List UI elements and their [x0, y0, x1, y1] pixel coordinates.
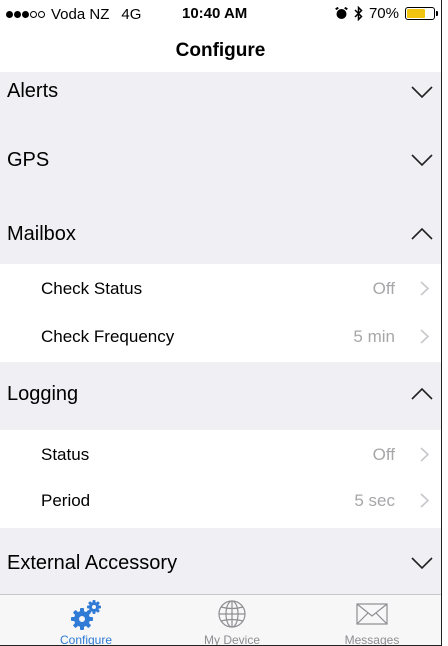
- battery-percent: 70%: [368, 5, 399, 22]
- chevron-right-icon: [420, 493, 429, 508]
- globe-icon: [218, 600, 246, 628]
- app-screen: Voda NZ 4G 10:40 AM 70% Configure Alerts: [0, 0, 442, 646]
- page-title: Configure: [175, 40, 266, 61]
- section-logging[interactable]: Logging: [0, 362, 441, 430]
- setting-row-check-frequency[interactable]: Check Frequency 5 min: [0, 314, 441, 362]
- status-right: 70%: [335, 5, 438, 22]
- setting-value: Off: [372, 279, 395, 298]
- signal-dot: [30, 11, 37, 18]
- tab-label: My Device: [203, 633, 260, 646]
- carrier-name: Voda NZ: [51, 6, 110, 23]
- signal-dot: [6, 11, 13, 18]
- chevron-down-icon: [411, 154, 433, 167]
- setting-value: Off: [372, 445, 395, 464]
- network-type: 4G: [121, 6, 142, 23]
- section-gps[interactable]: GPS: [0, 114, 441, 190]
- envelope-icon: [356, 603, 388, 625]
- chevron-right-icon: [420, 329, 429, 344]
- status-bar: Voda NZ 4G 10:40 AM 70%: [0, 0, 441, 28]
- tab-messages[interactable]: Messages: [312, 595, 432, 646]
- setting-row-check-status[interactable]: Check Status Off: [0, 264, 441, 314]
- section-mailbox[interactable]: Mailbox: [0, 190, 441, 264]
- bluetooth-icon: [354, 6, 363, 21]
- section-label: Alerts: [7, 80, 59, 102]
- section-label: External Accessory: [7, 552, 178, 574]
- section-label: Logging: [7, 383, 79, 405]
- navigation-bar: Configure: [0, 30, 441, 72]
- tab-bar: Configure My Device Messages: [0, 594, 441, 646]
- setting-label: Check Frequency: [41, 327, 175, 346]
- section-label: GPS: [7, 149, 50, 171]
- clock: 10:40 AM: [182, 5, 248, 22]
- setting-row-status[interactable]: Status Off: [0, 430, 441, 480]
- setting-value: 5 min: [353, 327, 395, 346]
- chevron-right-icon: [420, 447, 429, 462]
- signal-dot: [38, 11, 45, 18]
- tab-label: Configure: [59, 633, 113, 646]
- alarm-icon: [335, 7, 348, 19]
- chevron-down-icon: [411, 557, 433, 570]
- chevron-right-icon: [420, 281, 429, 296]
- configure-list: Alerts GPS Mailbox Check Status Off Chec…: [0, 72, 441, 604]
- chevron-up-icon: [411, 227, 433, 240]
- setting-value: 5 sec: [354, 491, 395, 510]
- setting-row-period[interactable]: Period 5 sec: [0, 480, 441, 528]
- status-left: Voda NZ 4G: [6, 6, 141, 23]
- setting-label: Status: [41, 445, 90, 464]
- chevron-down-icon: [411, 86, 433, 99]
- battery-level: [407, 9, 425, 18]
- gears-icon: [71, 600, 101, 630]
- signal-dot: [14, 11, 21, 18]
- tab-my-device[interactable]: My Device: [172, 595, 292, 646]
- signal-dot: [22, 11, 29, 18]
- setting-label: Check Status: [41, 279, 143, 298]
- chevron-up-icon: [411, 387, 433, 400]
- battery-icon: [405, 7, 438, 20]
- signal-strength-icon: [6, 11, 45, 18]
- section-alerts[interactable]: Alerts: [0, 72, 441, 114]
- section-external-accessory[interactable]: External Accessory: [0, 528, 441, 604]
- setting-label: Period: [41, 491, 91, 510]
- section-label: Mailbox: [7, 223, 76, 245]
- tab-configure[interactable]: Configure: [26, 595, 146, 646]
- tab-label: Messages: [344, 633, 400, 646]
